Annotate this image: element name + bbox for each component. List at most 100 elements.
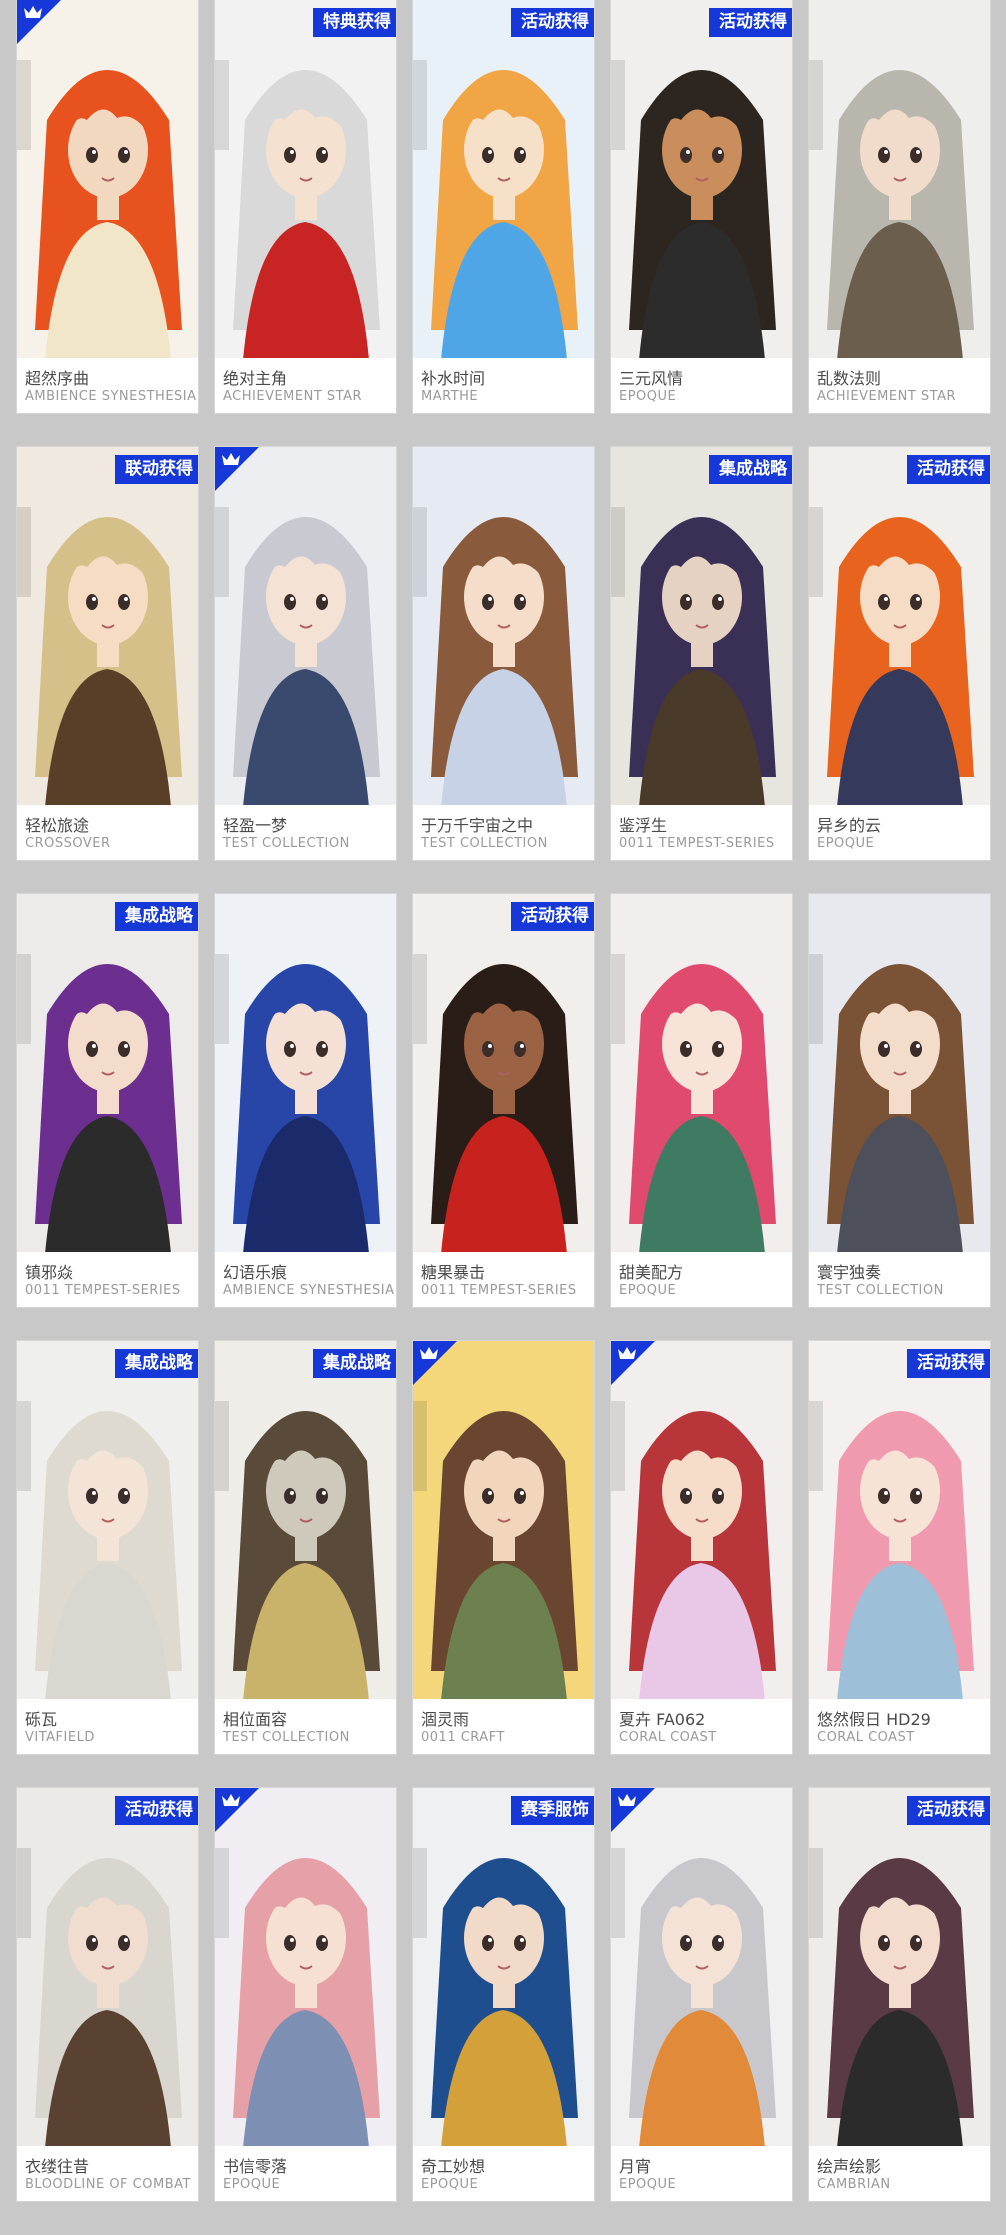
skin-series: 0011 CRAFT — [421, 1730, 505, 1745]
skin-artwork — [413, 1788, 594, 2146]
acquisition-tag: 赛季服饰 — [511, 1796, 594, 1825]
skin-card[interactable]: 集成战略相位面容 TEST COLLECTION — [215, 1341, 396, 1754]
skin-series: TEST COLLECTION — [223, 1730, 350, 1745]
skin-series: TEST COLLECTION — [223, 836, 350, 851]
skin-name: 相位面容 — [223, 1710, 288, 1729]
skin-name: 轻松旅途 — [25, 816, 90, 835]
skin-artwork — [215, 0, 396, 358]
skin-card[interactable]: 于万千宇宙之中 TEST COLLECTION — [413, 447, 594, 860]
skin-artwork — [809, 447, 990, 805]
skin-artwork — [809, 1341, 990, 1699]
skin-name: 糖果暴击 — [421, 1263, 486, 1282]
skin-card[interactable]: 轻盈一梦 TEST COLLECTION — [215, 447, 396, 860]
skin-series: 0011 TEMPEST-SERIES — [619, 836, 775, 851]
badge-corner-icon — [17, 0, 61, 44]
badge-corner-icon — [611, 1788, 655, 1832]
skin-card[interactable]: 联动获得轻松旅途 CROSSOVER — [17, 447, 198, 860]
skin-series: CORAL COAST — [817, 1730, 915, 1745]
skin-artwork — [611, 0, 792, 358]
skin-gallery-grid: 超然序曲 AMBIENCE SYNESTHESIA 特典获得 绝对主角 ACHIEVEM… — [17, 0, 990, 2201]
skin-series: ACHIEVEMENT STAR — [817, 389, 957, 404]
skin-artwork — [611, 1788, 792, 2146]
skin-name: 异乡的云 — [817, 816, 882, 835]
skin-series: MARTHE — [421, 389, 479, 404]
skin-name: 夏卉 FA062 — [619, 1710, 706, 1729]
acquisition-tag: 活动获得 — [907, 455, 990, 484]
skin-series: 0011 TEMPEST-SERIES — [421, 1283, 577, 1298]
skin-series: EPOQUE — [619, 389, 677, 404]
acquisition-tag: 活动获得 — [907, 1349, 990, 1378]
skin-artwork — [809, 0, 990, 358]
skin-series: EPOQUE — [817, 836, 875, 851]
skin-artwork — [17, 447, 198, 805]
skin-series: TEST COLLECTION — [817, 1283, 944, 1298]
skin-card[interactable]: 活动获得异乡的云 EPOQUE — [809, 447, 990, 860]
acquisition-tag: 集成战略 — [709, 455, 792, 484]
skin-card[interactable]: 甜美配方 EPOQUE — [611, 894, 792, 1307]
skin-name: 砾瓦 — [25, 1710, 58, 1729]
skin-name: 鉴浮生 — [619, 816, 668, 835]
skin-name: 镇邪焱 — [25, 1263, 74, 1282]
skin-card[interactable]: 超然序曲 AMBIENCE SYNESTHESIA — [17, 0, 198, 413]
skin-card[interactable]: 幻语乐痕 AMBIENCE SYNESTHESIA — [215, 894, 396, 1307]
badge-corner-icon — [611, 1341, 655, 1385]
skin-artwork — [611, 447, 792, 805]
skin-artwork — [17, 894, 198, 1252]
acquisition-tag: 集成战略 — [313, 1349, 396, 1378]
acquisition-tag: 联动获得 — [115, 455, 198, 484]
skin-name: 书信零落 — [223, 2157, 288, 2176]
acquisition-tag: 活动获得 — [709, 8, 792, 37]
skin-artwork — [413, 1341, 594, 1699]
skin-name: 超然序曲 — [25, 369, 90, 388]
skin-card[interactable]: 夏卉 FA062 CORAL COAST — [611, 1341, 792, 1754]
skin-card[interactable]: 寰宇独奏 TEST COLLECTION — [809, 894, 990, 1307]
skin-card[interactable]: 乱数法则 ACHIEVEMENT STAR — [809, 0, 990, 413]
skin-name: 寰宇独奏 — [817, 1263, 882, 1282]
skin-artwork — [17, 0, 198, 358]
skin-card[interactable]: 活动获得 糖果暴击 0011 TEMPEST-SERIES — [413, 894, 594, 1307]
skin-card[interactable]: 集成战略鉴浮生 0011 TEMPEST-SERIES — [611, 447, 792, 860]
skin-artwork — [413, 894, 594, 1252]
skin-series: TEST COLLECTION — [421, 836, 548, 851]
skin-name: 于万千宇宙之中 — [421, 816, 534, 835]
skin-artwork — [215, 447, 396, 805]
skin-artwork — [611, 1341, 792, 1699]
skin-name: 涸灵雨 — [421, 1710, 470, 1729]
skin-card[interactable]: 集成战略 镇邪焱 0011 TEMPEST-SERIES — [17, 894, 198, 1307]
skin-series: 0011 TEMPEST-SERIES — [25, 1283, 181, 1298]
skin-card[interactable]: 活动获得悠然假日 HD29 CORAL COAST — [809, 1341, 990, 1754]
skin-artwork — [17, 1788, 198, 2146]
skin-artwork — [215, 894, 396, 1252]
skin-name: 轻盈一梦 — [223, 816, 288, 835]
skin-series: CROSSOVER — [25, 836, 111, 851]
skin-artwork — [215, 1788, 396, 2146]
skin-name: 乱数法则 — [817, 369, 882, 388]
skin-series: AMBIENCE SYNESTHESIA — [25, 389, 197, 404]
skin-name: 月宵 — [619, 2157, 652, 2176]
skin-name: 绘声绘影 — [817, 2157, 882, 2176]
skin-artwork — [215, 1341, 396, 1699]
skin-card[interactable]: 书信零落 EPOQUE — [215, 1788, 396, 2201]
skin-card[interactable]: 活动获得 三元风情 EPOQUE — [611, 0, 792, 413]
skin-series: ACHIEVEMENT STAR — [223, 389, 363, 404]
skin-card[interactable]: 活动获得 绘声绘影 CAMBRIAN — [809, 1788, 990, 2201]
skin-card[interactable]: 特典获得 绝对主角 ACHIEVEMENT STAR — [215, 0, 396, 413]
skin-series: EPOQUE — [223, 2177, 281, 2192]
skin-series: CORAL COAST — [619, 1730, 717, 1745]
skin-name: 悠然假日 HD29 — [817, 1710, 931, 1729]
skin-card[interactable]: 赛季服饰 奇工妙想 EPOQUE — [413, 1788, 594, 2201]
skin-card[interactable]: 集成战略 砾瓦 VITAFIELD — [17, 1341, 198, 1754]
skin-series: BLOODLINE OF COMBAT — [25, 2177, 191, 2192]
skin-artwork — [17, 1341, 198, 1699]
skin-card[interactable]: 涸灵雨 0011 CRAFT — [413, 1341, 594, 1754]
skin-card[interactable]: 月宵 EPOQUE — [611, 1788, 792, 2201]
skin-series: EPOQUE — [619, 2177, 677, 2192]
skin-name: 衣缕往昔 — [25, 2157, 90, 2176]
skin-series: AMBIENCE SYNESTHESIA — [223, 1283, 395, 1298]
skin-series: VITAFIELD — [25, 1730, 95, 1745]
skin-name: 幻语乐痕 — [223, 1263, 288, 1282]
skin-card[interactable]: 活动获得 补水时间 MARTHE — [413, 0, 594, 413]
skin-card[interactable]: 活动获得 衣缕往昔 BLOODLINE OF COMBAT — [17, 1788, 198, 2201]
badge-corner-icon — [215, 1788, 259, 1832]
skin-name: 甜美配方 — [619, 1263, 684, 1282]
